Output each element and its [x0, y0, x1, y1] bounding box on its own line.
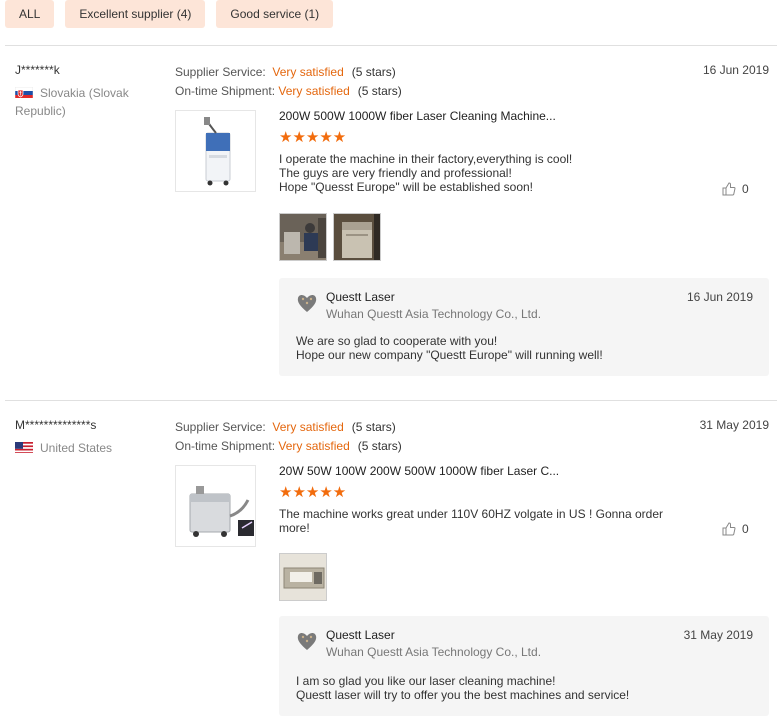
review-body: 20W 50W 100W 200W 500W 1000W fiber Laser… — [279, 464, 739, 535]
supplier-service-rating: Very satisfied — [272, 65, 344, 79]
reply-text-line: We are so glad to cooperate with you! — [296, 334, 498, 348]
seller-company: Wuhan Questt Asia Technology Co., Ltd. — [326, 307, 542, 321]
buyer-name: M**************s — [15, 418, 97, 432]
reply-date: 16 Jun 2019 — [686, 290, 753, 304]
ontime-shipment-label: On-time Shipment: — [175, 84, 276, 98]
ontime-shipment-rating: Very satisfied — [278, 84, 350, 98]
review-text: I operate the machine in their factory,e… — [279, 152, 679, 194]
thumbs-up-icon — [722, 522, 736, 536]
reply-text-line: I am so glad you like our laser cleaning… — [296, 674, 556, 688]
review-text-line: Hope "Quesst Europe" will be established… — [279, 180, 533, 194]
review-date: 16 Jun 2019 — [702, 63, 769, 77]
ontime-shipment-stars: (5 stars) — [357, 439, 402, 453]
buyer-name: J*******k — [15, 63, 60, 77]
like-button[interactable]: 0 — [722, 182, 749, 196]
reply-text: I am so glad you like our laser cleaning… — [296, 674, 629, 702]
supplier-service-stars: (5 stars) — [351, 65, 396, 79]
buyer-info: J*******k Slovakia (Slovak Republic) — [15, 63, 165, 120]
review-photos — [279, 553, 327, 601]
ratings: Supplier Service: Very satisfied (5 stars… — [175, 63, 402, 101]
reply-text: We are so glad to cooperate with you! Ho… — [296, 334, 603, 362]
seller-name: Questt Laser — [326, 290, 395, 304]
supplier-service-label: Supplier Service: — [175, 65, 266, 79]
supplier-service-rating: Very satisfied — [272, 420, 344, 434]
buyer-country: United States — [15, 439, 165, 457]
seller-company: Wuhan Questt Asia Technology Co., Ltd. — [326, 645, 542, 659]
review-stars: ★★★★★ — [279, 484, 347, 501]
reply-text-line: Hope our new company "Questt Europe" wil… — [296, 348, 603, 362]
review-text-line: I operate the machine in their factory,e… — [279, 152, 573, 166]
supplier-service-label: Supplier Service: — [175, 420, 266, 434]
reply-text-line: Questt laser will try to offer you the b… — [296, 688, 630, 702]
product-thumbnail[interactable] — [175, 465, 256, 547]
buyer-info: M**************s United States — [15, 418, 165, 457]
seller-reply: Questt Laser Wuhan Questt Asia Technolog… — [279, 278, 769, 376]
seller-name: Questt Laser — [326, 628, 395, 642]
filter-excellent-supplier[interactable]: Excellent supplier (4) — [65, 0, 206, 28]
like-count: 0 — [742, 182, 749, 196]
seller-reply: Questt Laser Wuhan Questt Asia Technolog… — [279, 616, 769, 716]
product-thumbnail[interactable] — [175, 110, 256, 192]
divider — [5, 45, 777, 46]
review-photo[interactable] — [333, 213, 381, 261]
thumbs-up-icon — [722, 182, 736, 196]
product-title-link[interactable]: 200W 500W 1000W fiber Laser Cleaning Mac… — [279, 109, 739, 123]
review-text-line: The guys are very friendly and professio… — [279, 166, 512, 180]
like-button[interactable]: 0 — [722, 522, 749, 536]
country-name: United States — [40, 441, 113, 455]
review-filters: ALL Excellent supplier (4) Good service … — [5, 0, 334, 28]
review-body: 200W 500W 1000W fiber Laser Cleaning Mac… — [279, 109, 739, 194]
review-text: The machine works great under 110V 60HZ … — [279, 507, 679, 535]
filter-good-service[interactable]: Good service (1) — [216, 0, 334, 28]
review-stars: ★★★★★ — [279, 129, 347, 146]
review-date: 31 May 2019 — [699, 418, 769, 432]
reply-date: 31 May 2019 — [683, 628, 753, 642]
divider — [5, 400, 777, 401]
buyer-country: Slovakia (Slovak Republic) — [15, 84, 165, 120]
ratings: Supplier Service: Very satisfied (5 stars… — [175, 418, 402, 456]
united-states-flag-icon — [15, 441, 33, 453]
seller-logo-icon — [297, 633, 317, 650]
like-count: 0 — [742, 522, 749, 536]
review-photo[interactable] — [279, 553, 327, 601]
ontime-shipment-label: On-time Shipment: — [175, 439, 276, 453]
review-item: J*******k Slovakia (Slovak Republic) Sup… — [0, 63, 777, 383]
seller-logo-icon — [297, 295, 317, 312]
slovakia-flag-icon — [15, 86, 33, 98]
supplier-service-stars: (5 stars) — [351, 420, 396, 434]
filter-all[interactable]: ALL — [5, 0, 55, 28]
ontime-shipment-rating: Very satisfied — [278, 439, 350, 453]
review-photos — [279, 213, 381, 261]
reply-header: Questt Laser Wuhan Questt Asia Technolog… — [296, 290, 541, 322]
review-item: M**************s United States Supplier … — [0, 418, 777, 718]
product-title-link[interactable]: 20W 50W 100W 200W 500W 1000W fiber Laser… — [279, 464, 739, 478]
ontime-shipment-stars: (5 stars) — [357, 84, 402, 98]
review-text-line: The machine works great under 110V 60HZ … — [279, 507, 663, 535]
review-photo[interactable] — [279, 213, 327, 261]
reply-header: Questt Laser Wuhan Questt Asia Technolog… — [296, 628, 541, 660]
